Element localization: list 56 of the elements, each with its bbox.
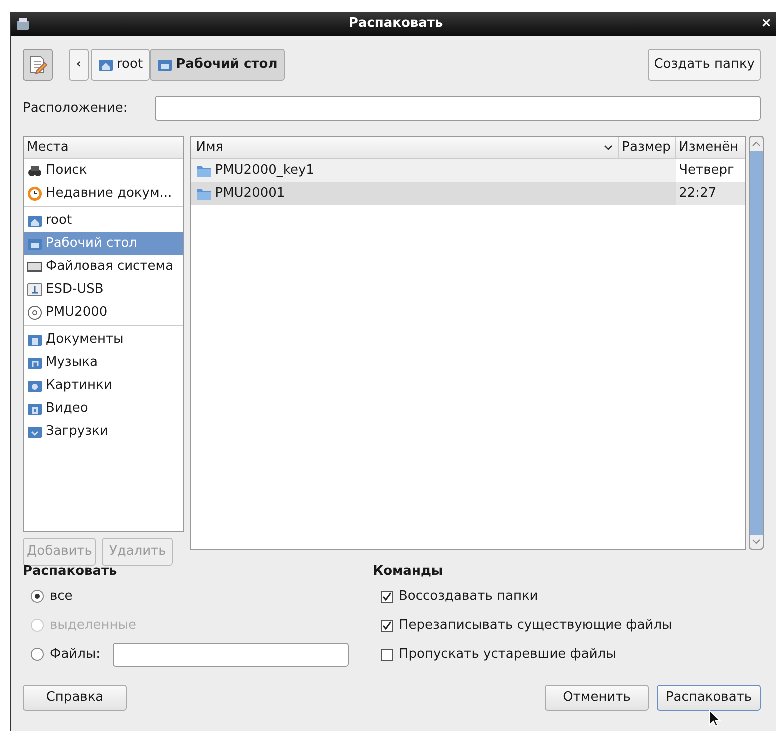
files-field[interactable] — [112, 642, 349, 666]
file-row[interactable]: PMU2000_key1 Четверг — [191, 159, 746, 182]
checkbox[interactable] — [381, 620, 393, 632]
location-label: Расположение: — [23, 100, 129, 118]
create-folder-button[interactable]: Создать папку — [648, 49, 761, 81]
place-item[interactable]: Поиск — [24, 159, 184, 182]
cancel-button[interactable]: Отменить — [545, 685, 649, 711]
path-button[interactable]: Рабочий стол — [150, 49, 285, 81]
place-item[interactable]: root — [24, 209, 184, 232]
home-folder-icon — [98, 57, 114, 73]
help-button[interactable]: Справка — [23, 685, 127, 711]
path-button[interactable]: root — [91, 49, 150, 81]
scroll-up-icon[interactable] — [752, 141, 762, 147]
column-header[interactable]: Размер — [619, 137, 676, 158]
place-item[interactable]: Картинки — [24, 374, 184, 397]
checkbox[interactable] — [381, 648, 393, 660]
file-row[interactable]: PMU20001 22:27 — [191, 182, 746, 205]
place-item[interactable]: Музыка — [24, 351, 184, 374]
edit-location-button[interactable] — [23, 49, 53, 81]
app-icon — [15, 16, 31, 32]
place-item[interactable]: PMU2000 — [24, 301, 184, 324]
checkbox-label: Перезаписывать существующие файлы — [399, 616, 672, 635]
table-cell: Четверг — [676, 159, 746, 182]
place-item[interactable]: Загрузки — [24, 420, 184, 443]
extract-button[interactable]: Распаковать — [657, 685, 761, 711]
close-button[interactable]: × — [761, 14, 772, 34]
radio-label: Файлы: — [50, 646, 101, 664]
window-title: Распаковать — [348, 15, 444, 34]
checkbox-label: Воссоздавать папки — [399, 588, 538, 606]
radio-label: все — [50, 588, 73, 606]
folder-icon — [157, 57, 174, 73]
column-header[interactable]: Места — [24, 137, 184, 159]
section-heading: Команды — [373, 563, 444, 581]
place-item[interactable]: Недавние докум... — [24, 182, 184, 205]
table-cell: 22:27 — [676, 182, 746, 205]
radio-button[interactable] — [31, 590, 44, 603]
disc-icon — [27, 304, 43, 320]
section-heading: Распаковать — [23, 563, 118, 581]
mouse-pointer-icon — [709, 710, 721, 728]
usb-drive-icon — [27, 282, 43, 298]
place-item[interactable]: ESD-USB — [24, 278, 184, 301]
place-item[interactable]: Файловая система — [24, 255, 184, 278]
scroll-down-icon[interactable] — [752, 539, 762, 545]
place-item[interactable]: Документы — [24, 328, 184, 351]
location-field[interactable] — [155, 96, 761, 121]
column-header[interactable]: Имя — [191, 137, 620, 158]
place-item[interactable]: Видео — [24, 397, 184, 420]
checkbox[interactable] — [381, 590, 393, 602]
back-button[interactable]: ‹ — [69, 49, 89, 81]
pencil-document-icon — [28, 55, 48, 75]
scrollbar[interactable] — [749, 136, 764, 550]
clock-icon — [27, 186, 43, 202]
radio-button[interactable] — [31, 648, 44, 661]
radio-label: выделенные — [50, 616, 136, 635]
column-header[interactable]: Изменён — [676, 137, 746, 158]
checkbox-label: Пропускать устаревшие файлы — [399, 646, 616, 664]
